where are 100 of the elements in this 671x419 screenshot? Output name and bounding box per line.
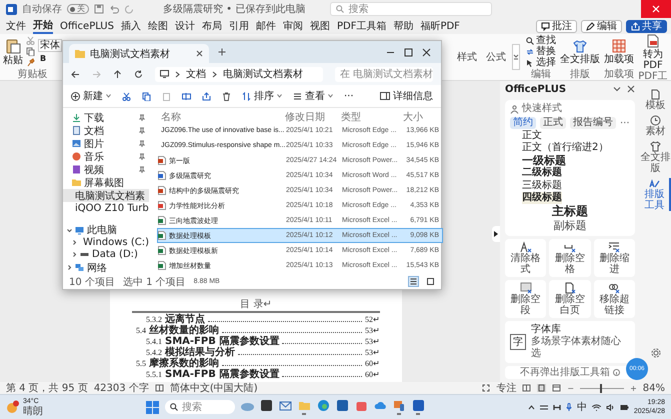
ribbon-tab[interactable]: 审阅 bbox=[282, 18, 303, 34]
close-button[interactable] bbox=[641, 0, 671, 18]
taskbar-search-field[interactable]: 搜索 bbox=[164, 400, 235, 414]
paste-button[interactable]: 粘贴 bbox=[3, 38, 23, 66]
ribbon-tab[interactable]: OfficePLUS bbox=[60, 18, 114, 34]
close-tab-icon[interactable] bbox=[196, 50, 203, 57]
font-library-card[interactable]: 字 字体库 多场景字体素材随心选 bbox=[505, 320, 635, 362]
nav-item[interactable]: 文档 bbox=[63, 124, 149, 137]
ribbon-tab[interactable]: 引用 bbox=[228, 18, 249, 34]
add-ins-button[interactable]: 加载项 bbox=[604, 38, 634, 64]
style-item[interactable]: 正文（首行缩进2） bbox=[510, 142, 630, 154]
mail-app-icon[interactable] bbox=[278, 399, 292, 412]
battery-icon[interactable] bbox=[620, 404, 629, 411]
ribbon-tab[interactable]: 设计 bbox=[174, 18, 195, 34]
weather-condition[interactable]: 晴朗 bbox=[23, 407, 43, 418]
up-arrow-icon[interactable] bbox=[113, 70, 122, 78]
sort-button[interactable]: 排序 bbox=[242, 89, 282, 103]
input-method-indicator[interactable]: 中 bbox=[576, 400, 587, 414]
edit-button[interactable]: 编辑 bbox=[581, 20, 622, 32]
back-arrow-icon[interactable] bbox=[71, 70, 80, 78]
style-tab[interactable]: 简约 bbox=[510, 117, 536, 129]
edge-app-icon[interactable] bbox=[316, 399, 330, 412]
ribbon-tab[interactable]: 帮助 bbox=[393, 18, 414, 34]
share-button[interactable]: 共享 bbox=[626, 20, 667, 32]
nav-item[interactable]: 下载 bbox=[63, 111, 149, 124]
focus-icon[interactable] bbox=[482, 384, 490, 392]
style-preview[interactable]: 样式 bbox=[454, 50, 480, 64]
bold-button[interactable]: B bbox=[38, 54, 48, 64]
ribbon-tab[interactable]: 福昕PDF bbox=[420, 18, 460, 34]
store-app-icon[interactable] bbox=[336, 399, 349, 412]
column-header[interactable]: 大小 bbox=[403, 110, 441, 124]
style-tab[interactable]: 报告编号 bbox=[570, 117, 616, 129]
chevron-right-icon[interactable] bbox=[67, 265, 72, 270]
comment-button[interactable]: 批注 bbox=[536, 20, 577, 32]
close-icon[interactable] bbox=[422, 48, 431, 56]
tool-button[interactable]: 删除缩进 bbox=[594, 238, 635, 276]
sliders-icon[interactable] bbox=[540, 404, 548, 411]
side-tab[interactable]: 素材 bbox=[640, 115, 671, 137]
ribbon-tab[interactable]: 插入 bbox=[120, 18, 141, 34]
autosave-toggle[interactable]: 关 bbox=[67, 4, 89, 14]
full-layout-button[interactable]: 全文排版 bbox=[560, 38, 600, 64]
page-count[interactable]: 第 4 页，共 95 页 bbox=[6, 381, 88, 396]
focus-mode[interactable]: 专注 bbox=[496, 381, 516, 396]
tool-button[interactable]: 清除格式 bbox=[505, 238, 546, 276]
cut-icon[interactable] bbox=[122, 92, 131, 100]
nav-item[interactable]: 视频 bbox=[63, 163, 149, 176]
ribbon-tab[interactable]: 绘图 bbox=[148, 18, 168, 34]
web-layout-icon[interactable] bbox=[552, 384, 562, 392]
style-item[interactable]: 正文 bbox=[510, 130, 630, 142]
read-mode-icon[interactable] bbox=[522, 384, 532, 392]
zoom-level[interactable]: 84% bbox=[642, 382, 665, 394]
styles-more-button[interactable] bbox=[512, 44, 520, 70]
column-header[interactable]: 名称 bbox=[157, 110, 285, 124]
tool-button[interactable]: 删除空格 bbox=[549, 238, 591, 276]
view-button[interactable]: 查看 bbox=[293, 89, 333, 103]
delete-icon[interactable] bbox=[222, 92, 231, 100]
new-button[interactable]: 新建 bbox=[71, 89, 111, 103]
style-item[interactable]: 四级标题 bbox=[522, 192, 562, 204]
ribbon-tab[interactable]: PDF工具箱 bbox=[336, 18, 386, 34]
chevron-right-icon[interactable] bbox=[72, 252, 77, 258]
convert-to-pdf-button[interactable]: 转为PDF bbox=[638, 34, 668, 71]
style-tab[interactable]: 正式 bbox=[540, 117, 566, 129]
more-button[interactable]: ··· bbox=[344, 90, 354, 102]
word-app-icon[interactable] bbox=[412, 399, 425, 412]
breadcrumb[interactable]: 电脑测试文档素材 bbox=[223, 67, 303, 81]
search-field[interactable]: 搜索 bbox=[330, 2, 492, 16]
start-icon[interactable] bbox=[146, 400, 159, 414]
ribbon-tab[interactable]: 视图 bbox=[310, 18, 330, 34]
terminal-app-icon[interactable] bbox=[260, 399, 273, 412]
wifi-icon[interactable] bbox=[592, 404, 601, 411]
zoom-in-button[interactable]: + bbox=[630, 384, 637, 393]
style-preview[interactable]: 公式 bbox=[483, 50, 509, 64]
replace-button[interactable]: 替换 bbox=[526, 46, 556, 57]
weather-sun-icon[interactable] bbox=[6, 400, 20, 414]
column-header[interactable]: 修改日期 bbox=[285, 110, 341, 124]
bracket-icon[interactable] bbox=[552, 404, 561, 411]
style-item[interactable]: 二级标题 bbox=[510, 167, 630, 180]
more-button[interactable]: ··· bbox=[620, 117, 630, 129]
chevron-right-icon[interactable] bbox=[72, 240, 77, 246]
ribbon-tab[interactable]: 文件 bbox=[6, 18, 26, 34]
tree-item[interactable]: 网络 bbox=[63, 261, 149, 274]
panel-collapse-handle[interactable] bbox=[492, 226, 500, 242]
ribbon-tab[interactable]: 邮件 bbox=[256, 18, 276, 34]
format-painter-icon[interactable] bbox=[26, 58, 35, 67]
proofing-icon[interactable] bbox=[154, 384, 164, 392]
chevron-down-icon[interactable] bbox=[613, 85, 621, 93]
side-tab[interactable]: 模板 bbox=[640, 89, 671, 111]
chevron-up-icon[interactable] bbox=[528, 404, 535, 411]
style-item[interactable]: 一级标题 bbox=[510, 154, 630, 167]
nav-item[interactable]: 屏幕截图 bbox=[63, 176, 149, 189]
tool-button[interactable]: 移除超链接 bbox=[594, 280, 635, 318]
copy-icon[interactable] bbox=[26, 47, 35, 56]
address-bar[interactable]: 文档 电脑测试文档素材 bbox=[155, 66, 323, 82]
find-button[interactable]: 查找 bbox=[526, 35, 556, 46]
save-icon[interactable] bbox=[94, 4, 104, 14]
ribbon-tab[interactable]: 布局 bbox=[202, 18, 222, 34]
tree-item[interactable]: Windows (C:) bbox=[63, 236, 149, 249]
bag-app-icon[interactable] bbox=[354, 399, 368, 412]
maximize-icon[interactable] bbox=[404, 48, 413, 56]
select-button[interactable]: 选择 bbox=[526, 57, 556, 68]
